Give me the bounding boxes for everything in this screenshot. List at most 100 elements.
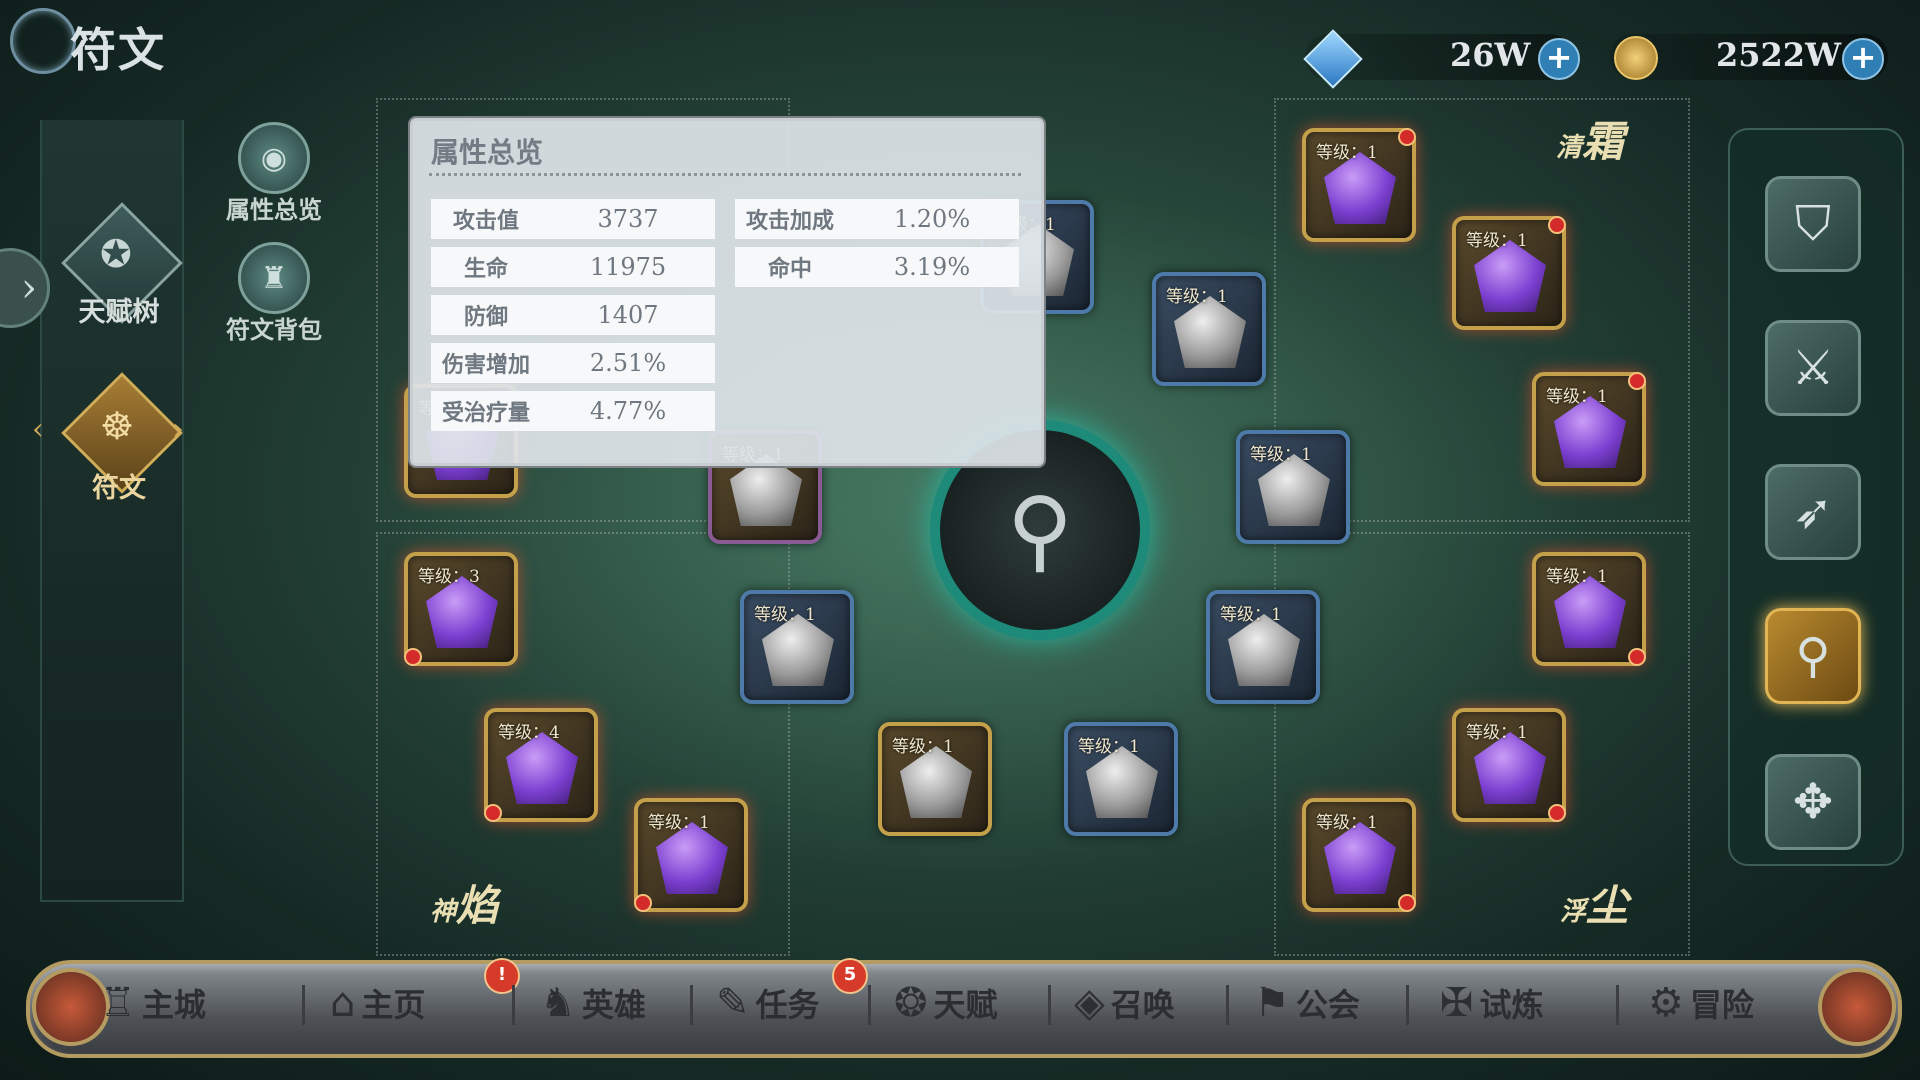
bow-filter-button[interactable]: ➶ — [1765, 464, 1861, 560]
shield-filter-button[interactable]: ⛉ — [1765, 176, 1861, 272]
summon-icon: ◈ — [1074, 980, 1105, 1026]
scroll-icon: ✎ — [716, 980, 750, 1026]
nav-label: 主页 — [361, 986, 426, 1024]
nav-label: 冒险 — [1689, 986, 1754, 1024]
chevron-right-icon: › — [21, 265, 37, 311]
nav-item-home[interactable]: ⌂ 主页 — [330, 968, 425, 1038]
stat-value: 4.77% — [589, 397, 667, 425]
rune-slot[interactable]: 等级：1 — [1452, 708, 1566, 822]
rune-slot[interactable]: 等级：1 — [1152, 272, 1266, 386]
gold-amount: 2522W — [1716, 36, 1841, 74]
rune-slot[interactable]: 等级：4 — [484, 708, 598, 822]
rune-filter-button[interactable]: ⚲ — [1765, 608, 1861, 704]
subtab-label: 属性总览 — [226, 195, 322, 224]
slot-level: 等级：1 — [892, 737, 954, 757]
zone-label-dust: 浮尘 — [1560, 881, 1629, 930]
stat-row: 生命 11975 — [431, 247, 715, 287]
nav-label: 英雄 — [581, 986, 646, 1024]
sidebar-item-rune[interactable]: ☸ 符文 — [54, 370, 184, 504]
slot-level: 等级：1 — [754, 605, 816, 625]
nav-item-heroes[interactable]: ♞ 英雄 — [540, 968, 646, 1038]
nav-item-trial[interactable]: ✠ 试炼 — [1440, 968, 1544, 1038]
rune-slot[interactable]: 等级：1 — [1302, 128, 1416, 242]
red-dot-icon — [404, 648, 422, 666]
nav-separator — [1048, 985, 1051, 1025]
nav-label: 主城 — [141, 986, 206, 1024]
rune-slot[interactable]: 等级：1 — [1206, 590, 1320, 704]
stat-name: 伤害增加 — [441, 352, 530, 378]
nav-item-tasks[interactable]: ✎ 任务 — [716, 968, 820, 1038]
rune-slot[interactable]: 等级：1 — [1532, 552, 1646, 666]
rune-logo-icon — [10, 8, 76, 74]
rune-slot[interactable]: 等级：1 — [1236, 430, 1350, 544]
sidebar-item-talent-tree[interactable]: ✪ 天赋树 — [54, 200, 184, 330]
bow-icon: ➶ — [1792, 484, 1834, 540]
rune-slot[interactable]: 等级：3 — [404, 552, 518, 666]
stat-value: 1407 — [597, 301, 659, 329]
rune-glyph-icon: ☸ — [100, 404, 135, 448]
red-dot-icon — [634, 894, 652, 912]
sword-icon: ⚔ — [1791, 340, 1835, 396]
nav-label: 召唤 — [1110, 986, 1175, 1024]
talent-icon: ❂ — [894, 980, 928, 1026]
castle-icon: ♖ — [100, 980, 136, 1026]
rune-slot[interactable]: 等级：1 — [740, 590, 854, 704]
stat-row: 伤害增加 2.51% — [431, 343, 715, 383]
cross-filter-button[interactable]: ✥ — [1765, 754, 1861, 850]
sword-filter-button[interactable]: ⚔ — [1765, 320, 1861, 416]
rune-slot[interactable]: 等级：1 — [634, 798, 748, 912]
nav-item-adventure[interactable]: ⚙ 冒险 — [1648, 968, 1754, 1038]
chevron-left-icon[interactable]: ‹ — [32, 412, 44, 447]
stat-row: 命中 3.19% — [735, 247, 1019, 287]
rune-slot[interactable]: 等级：1 — [1532, 372, 1646, 486]
chevron-right-icon[interactable]: › — [172, 412, 184, 447]
nav-item-main-city[interactable]: ♖ 主城 — [100, 968, 206, 1038]
stat-row: 受治疗量 4.77% — [431, 391, 715, 431]
subtab-label: 符文背包 — [226, 315, 322, 344]
stat-name: 防御 — [463, 304, 508, 330]
stat-name: 命中 — [767, 256, 812, 282]
rune-slot[interactable]: 等级：1 — [1452, 216, 1566, 330]
nav-separator — [1406, 985, 1409, 1025]
subtab-attribute-overview[interactable]: ◉ 属性总览 — [214, 122, 334, 224]
page-title: 符文 — [70, 23, 166, 77]
sidebar-item-label: 符文 — [92, 473, 146, 504]
notification-badge: 5 — [832, 958, 868, 994]
nav-separator — [868, 985, 871, 1025]
slot-level: 等级：4 — [498, 723, 560, 743]
nav-separator — [302, 985, 305, 1025]
red-dot-icon — [1548, 216, 1566, 234]
sidebar-item-label: 天赋树 — [78, 297, 160, 328]
add-gems-button[interactable]: + — [1538, 38, 1580, 80]
nav-item-summon[interactable]: ◈ 召唤 — [1074, 968, 1175, 1038]
rune-slot[interactable]: 等级：1 — [1064, 722, 1178, 836]
add-gold-button[interactable]: + — [1842, 38, 1884, 80]
popup-title: 属性总览 — [431, 136, 544, 169]
slot-level: 等级：1 — [1078, 737, 1140, 757]
rune-slot[interactable]: 等级：1 — [878, 722, 992, 836]
shield-icon: ⛉ — [1794, 195, 1831, 252]
rune-search-icon: ⚲ — [1795, 628, 1831, 684]
stat-value: 1.20% — [893, 205, 971, 233]
slot-level: 等级：1 — [1316, 143, 1378, 163]
red-dot-icon — [1628, 372, 1646, 390]
stat-name: 生命 — [463, 256, 508, 282]
stat-value: 3737 — [597, 205, 659, 233]
slot-level: 等级：1 — [1220, 605, 1282, 625]
adventure-gear-icon: ⚙ — [1648, 980, 1684, 1026]
subtab-rune-backpack[interactable]: ♜ 符文背包 — [214, 242, 334, 344]
backpack-icon: ♜ — [238, 242, 310, 314]
nav-item-guild[interactable]: ⚑ 公会 — [1254, 968, 1360, 1038]
stat-name: 攻击值 — [452, 208, 519, 234]
nav-label: 试炼 — [1479, 986, 1544, 1024]
cross-icon: ✥ — [1792, 774, 1834, 830]
slot-level: 等级：1 — [1250, 445, 1312, 465]
nav-item-talent[interactable]: ❂ 天赋 — [894, 968, 998, 1038]
slot-level: 等级：1 — [1546, 387, 1608, 407]
rune-slot[interactable]: 等级：1 — [1302, 798, 1416, 912]
gold-coin-icon — [1614, 36, 1658, 80]
attribute-overview-popup[interactable]: 属性总览 攻击值 3737 生命 11975 防御 1407 伤害增加 2.51… — [410, 118, 1044, 466]
guild-icon: ⚑ — [1254, 980, 1290, 1026]
stat-row: 攻击加成 1.20% — [735, 199, 1019, 239]
nav-separator — [1616, 985, 1619, 1025]
